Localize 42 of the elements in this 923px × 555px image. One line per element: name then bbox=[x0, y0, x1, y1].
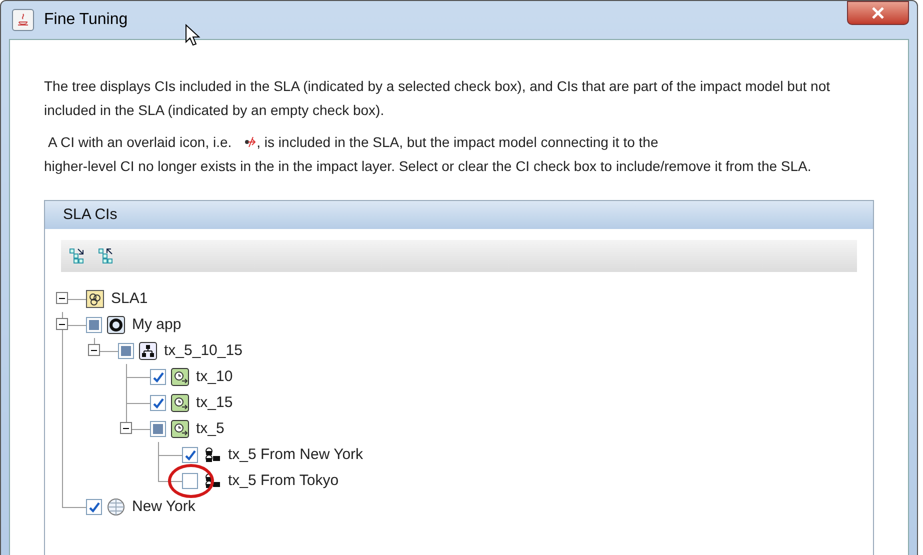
window-title: Fine Tuning bbox=[44, 10, 128, 30]
tree-item-label[interactable]: tx_5 bbox=[196, 418, 224, 440]
description-text: The tree displays CIs included in the SLA (indicated by a selected check box), and CIs that are part of the impact model but not included in the SLA (indicated by an empty check box). bbox=[44, 77, 831, 120]
close-icon bbox=[871, 7, 885, 19]
hierarchy-icon bbox=[139, 342, 157, 360]
network-icon bbox=[203, 472, 221, 490]
note-text: , is included in the SLA, but the impact model connecting it to the bbox=[256, 133, 658, 152]
checkbox[interactable] bbox=[150, 421, 166, 437]
clock-icon bbox=[171, 394, 189, 412]
collapse-all-icon[interactable] bbox=[98, 248, 114, 264]
checkbox[interactable] bbox=[118, 343, 134, 359]
checkbox[interactable] bbox=[150, 369, 166, 385]
circles-icon bbox=[86, 290, 104, 308]
tree-item-label[interactable]: tx_10 bbox=[196, 366, 233, 388]
panel-title: SLA CIs bbox=[63, 204, 118, 225]
expand-all-icon[interactable] bbox=[69, 248, 85, 264]
collapse-toggle[interactable] bbox=[120, 422, 132, 434]
globe-icon bbox=[107, 498, 125, 516]
collapse-toggle[interactable] bbox=[88, 344, 100, 356]
checkbox[interactable] bbox=[86, 317, 102, 333]
app-icon bbox=[12, 9, 34, 31]
clock-icon bbox=[171, 420, 189, 438]
note-text: higher-level CI no longer exists in the in the impact layer. Select or clear the CI check box to include/remove it from the SLA. bbox=[44, 157, 812, 176]
checkbox[interactable] bbox=[150, 395, 166, 411]
tree-item-label[interactable]: SLA1 bbox=[111, 288, 148, 310]
overlay-icon bbox=[244, 137, 256, 147]
ring-icon bbox=[107, 316, 125, 334]
tree-item-label[interactable]: tx_5 From New York bbox=[228, 444, 364, 466]
tree-item-label[interactable]: My app bbox=[132, 314, 182, 336]
checkbox[interactable] bbox=[182, 447, 198, 463]
collapse-toggle[interactable] bbox=[56, 318, 68, 330]
close-button[interactable] bbox=[847, 1, 909, 25]
collapse-toggle[interactable] bbox=[56, 292, 68, 304]
tree-item-label[interactable]: tx_5_10_15 bbox=[164, 340, 242, 362]
tree-item-label[interactable]: tx_15 bbox=[196, 392, 233, 414]
tree-item-label[interactable]: New York bbox=[132, 496, 196, 518]
note-text: A CI with an overlaid icon, i.e. bbox=[47, 133, 232, 152]
checkbox[interactable] bbox=[86, 499, 102, 515]
network-icon bbox=[203, 446, 221, 464]
clock-icon bbox=[171, 368, 189, 386]
tree-item-label[interactable]: tx_5 From Tokyo bbox=[228, 470, 339, 492]
checkbox[interactable] bbox=[182, 473, 198, 489]
